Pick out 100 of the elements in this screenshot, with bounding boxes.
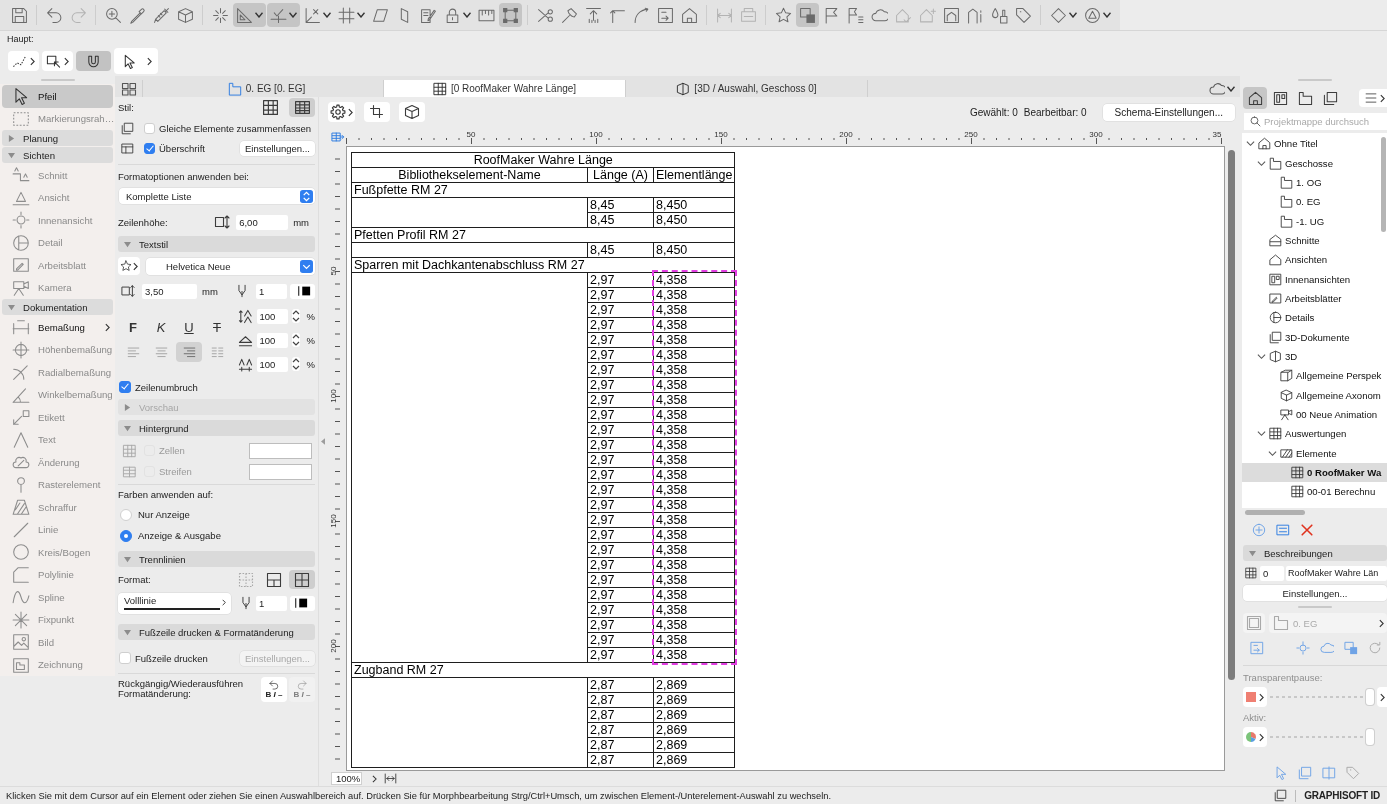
color-field[interactable] bbox=[249, 463, 312, 480]
style-button[interactable] bbox=[289, 98, 315, 117]
settings-button[interactable]: Einstellungen... bbox=[240, 140, 315, 156]
settings-button[interactable]: Einstellungen... bbox=[1243, 585, 1387, 601]
view-tab[interactable]: [3D / Auswahl, Geschoss 0] bbox=[626, 80, 868, 97]
tree-item[interactable]: Allgemeine Perspek bbox=[1242, 366, 1387, 386]
toolbar-button[interactable] bbox=[1295, 640, 1311, 656]
section-header[interactable]: Sichten bbox=[2, 147, 113, 163]
option-button[interactable] bbox=[8, 51, 39, 71]
chevron-right-icon[interactable] bbox=[372, 774, 377, 783]
stepper-icon[interactable] bbox=[291, 357, 300, 371]
color-button[interactable] bbox=[1243, 687, 1267, 707]
tree-item[interactable]: Auswertungen bbox=[1242, 424, 1387, 444]
checkbox[interactable] bbox=[119, 381, 131, 393]
color-button[interactable] bbox=[290, 283, 315, 299]
color-button[interactable] bbox=[290, 595, 315, 611]
tree-item[interactable]: 3D-Dokumente bbox=[1242, 327, 1387, 347]
option-button[interactable] bbox=[114, 48, 158, 74]
tree-item[interactable]: 00 Neue Animation bbox=[1242, 404, 1387, 425]
format-button[interactable]: F bbox=[122, 318, 144, 336]
slider-thumb[interactable] bbox=[1366, 689, 1374, 705]
toolbar-button[interactable] bbox=[1297, 765, 1313, 781]
line-type-dropdown[interactable]: Volllinie bbox=[118, 592, 231, 614]
section-header[interactable]: Fußzeile drucken & Formatänderung bbox=[118, 624, 315, 640]
checkbox[interactable] bbox=[144, 142, 155, 154]
toolbar-button[interactable] bbox=[498, 3, 522, 27]
id-field[interactable]: 0 bbox=[1260, 565, 1284, 581]
apply-dropdown[interactable]: Komplette Liste bbox=[119, 188, 315, 204]
delete-button[interactable] bbox=[1299, 522, 1315, 538]
format-button[interactable]: T bbox=[206, 318, 228, 336]
pen-field[interactable]: 1 bbox=[256, 595, 287, 611]
scale-field[interactable]: 100 bbox=[256, 332, 288, 348]
view-button[interactable] bbox=[364, 102, 390, 122]
grid-format-button[interactable] bbox=[289, 570, 315, 589]
toolbar-button[interactable] bbox=[1343, 640, 1359, 656]
tree-item[interactable]: 0. EG bbox=[1242, 192, 1387, 212]
view-toggle-button[interactable] bbox=[1243, 613, 1265, 633]
scale-field[interactable]: 100 bbox=[256, 308, 288, 324]
stepper-icon[interactable] bbox=[291, 309, 300, 323]
search-field[interactable]: Projektmappe durchsuch bbox=[1244, 113, 1387, 130]
section-header[interactable]: Textstil bbox=[118, 236, 315, 252]
tree-item[interactable]: 3D bbox=[1242, 346, 1387, 367]
toolbar-button[interactable] bbox=[1319, 640, 1335, 656]
section-header[interactable]: Beschreibungen bbox=[1243, 545, 1387, 561]
checkbox[interactable] bbox=[144, 122, 155, 134]
scrollbar[interactable] bbox=[1227, 150, 1235, 680]
section-header[interactable]: Trennlinien bbox=[118, 551, 315, 567]
color-field[interactable] bbox=[249, 442, 312, 459]
text-size-field[interactable]: 3,50 bbox=[142, 283, 197, 299]
tree-item[interactable]: Arbeitsblätter bbox=[1242, 288, 1387, 309]
pen-field[interactable]: 1 bbox=[256, 283, 287, 299]
properties-button[interactable] bbox=[1275, 522, 1291, 538]
checkbox[interactable] bbox=[119, 652, 131, 664]
font-dropdown[interactable]: Helvetica Neue bbox=[146, 257, 315, 275]
row-height-field[interactable]: 6,00 bbox=[236, 214, 289, 230]
toolbar-button[interactable] bbox=[1249, 640, 1265, 656]
scrollbar[interactable] bbox=[1245, 509, 1305, 515]
tree-item[interactable]: 0 RoofMaker Wa bbox=[1242, 462, 1387, 483]
toolbar-button[interactable] bbox=[266, 3, 300, 27]
option-button[interactable] bbox=[42, 51, 73, 71]
tree-item[interactable]: Geschosse bbox=[1242, 153, 1387, 173]
toolbar-button[interactable] bbox=[1273, 765, 1289, 781]
menu-button[interactable] bbox=[1359, 89, 1387, 107]
next-button[interactable] bbox=[1377, 687, 1387, 707]
stepper-icon[interactable] bbox=[291, 333, 300, 347]
radio-button[interactable] bbox=[120, 529, 132, 542]
toolbar-button[interactable] bbox=[232, 3, 266, 27]
scale-field[interactable]: 100 bbox=[256, 356, 288, 372]
zoom-field[interactable]: 100% bbox=[331, 772, 362, 785]
tree-item[interactable]: Schnitte bbox=[1242, 230, 1387, 251]
tool-item[interactable]: Pfeil bbox=[2, 85, 113, 108]
color-button[interactable] bbox=[1243, 727, 1267, 747]
favorites-button[interactable] bbox=[118, 257, 140, 275]
navigator-tab[interactable] bbox=[1243, 87, 1267, 109]
tree-item[interactable]: Elemente bbox=[1242, 443, 1387, 463]
add-button[interactable] bbox=[1251, 522, 1267, 538]
scrollbar[interactable] bbox=[1381, 137, 1386, 232]
tool-item[interactable]: Bemaßung bbox=[2, 316, 113, 339]
tree-item[interactable]: Innenansichten bbox=[1242, 269, 1387, 289]
toolbar-button[interactable] bbox=[1321, 765, 1337, 781]
tree-item[interactable]: 00-01 Berechnu bbox=[1242, 482, 1387, 502]
section-header[interactable]: Planung bbox=[2, 130, 113, 146]
view-tab[interactable]: [0 RoofMaker Wahre Länge] bbox=[384, 80, 626, 97]
section-header[interactable]: Hintergrund bbox=[118, 420, 315, 436]
fit-button[interactable] bbox=[383, 772, 398, 785]
toolbar-button[interactable] bbox=[795, 3, 819, 27]
slider-thumb[interactable] bbox=[1366, 729, 1374, 745]
section-header[interactable]: Dokumentation bbox=[2, 299, 113, 315]
tree-item[interactable]: Ohne Titel bbox=[1242, 134, 1387, 154]
name-field[interactable]: RoofMaker Wahre Län bbox=[1286, 565, 1387, 581]
option-button[interactable] bbox=[76, 51, 111, 71]
tree-item[interactable]: -1. UG bbox=[1242, 211, 1387, 231]
undo-format-button[interactable]: B I – bbox=[261, 676, 287, 702]
format-button[interactable]: U bbox=[178, 318, 200, 336]
schema-settings-button[interactable]: Schema-Einstellungen... bbox=[1102, 103, 1235, 121]
view-button[interactable] bbox=[399, 102, 425, 122]
tree-item[interactable]: 1. OG bbox=[1242, 172, 1387, 193]
alignment-button[interactable] bbox=[176, 342, 202, 362]
tree-item[interactable]: Details bbox=[1242, 308, 1387, 328]
tree-item[interactable]: Ansichten bbox=[1242, 250, 1387, 270]
